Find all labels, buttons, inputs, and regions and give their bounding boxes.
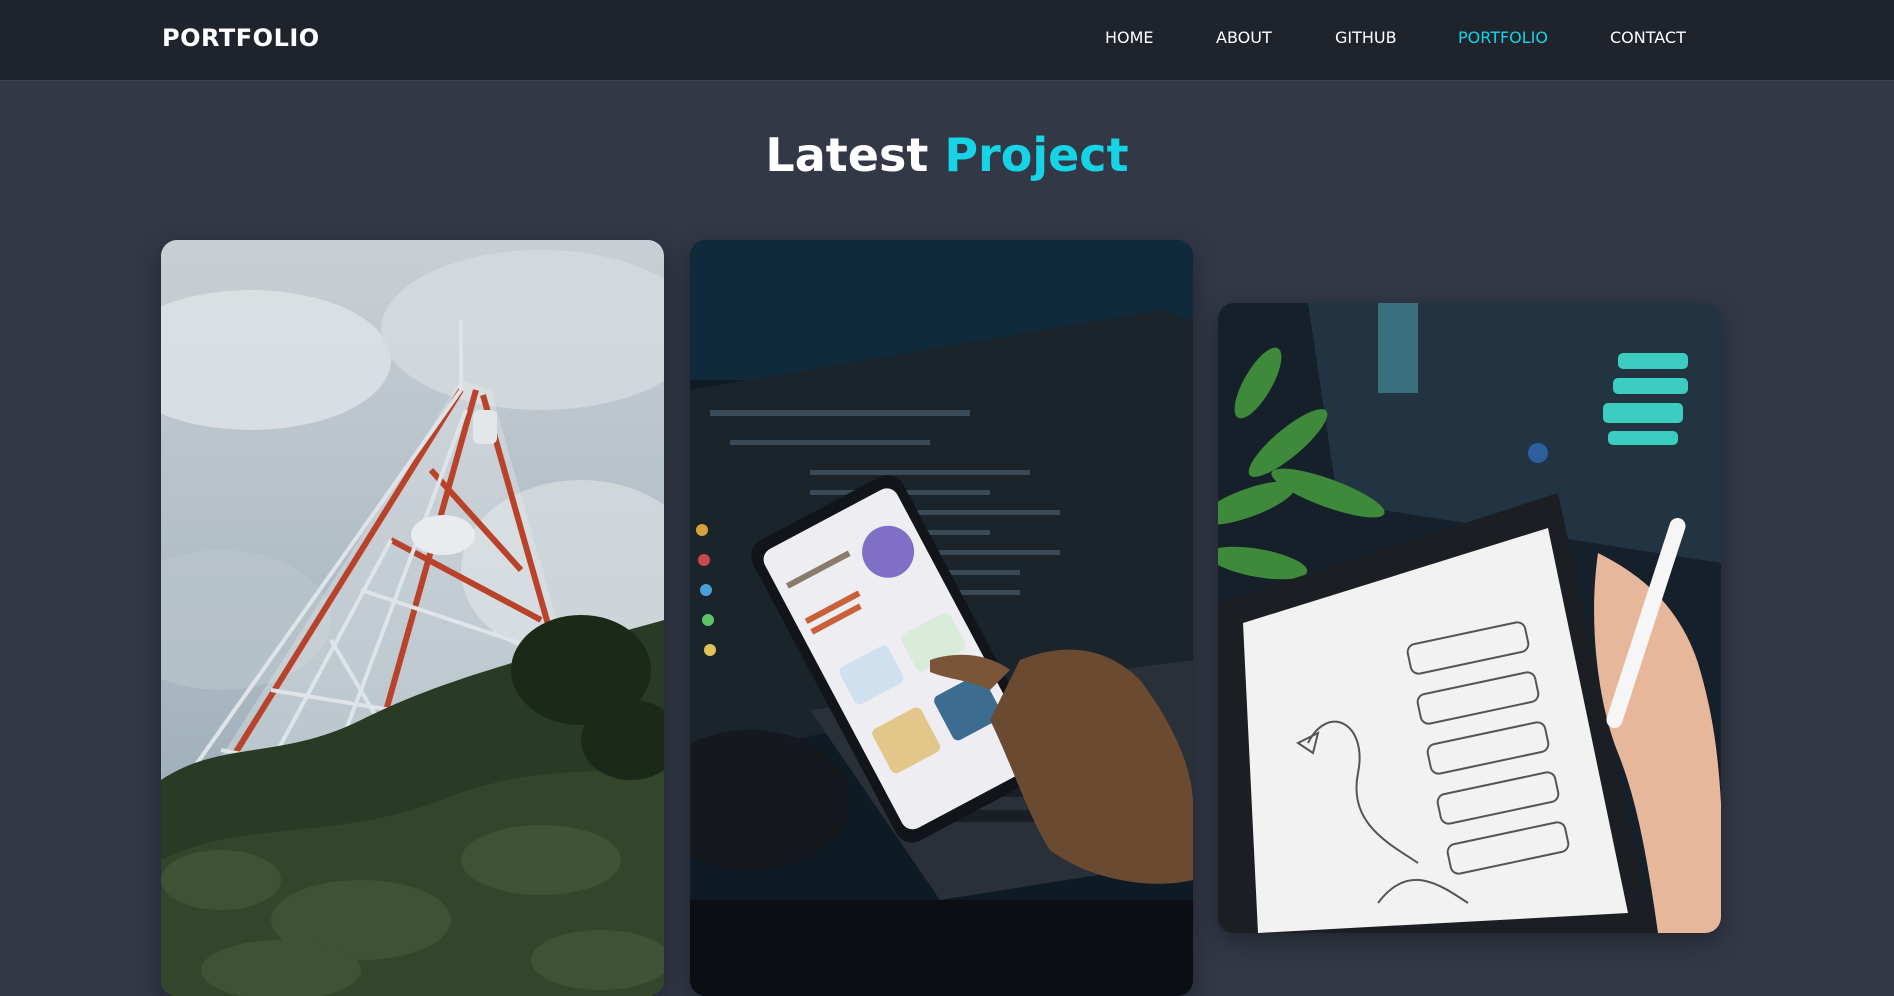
project-card-tower[interactable] bbox=[161, 240, 664, 996]
tower-photo bbox=[161, 240, 664, 996]
project-card-coding[interactable] bbox=[690, 240, 1193, 996]
nav-link-contact[interactable]: CONTACT bbox=[1610, 28, 1686, 47]
project-card-wireframe[interactable] bbox=[1218, 303, 1721, 933]
nav-link-portfolio[interactable]: PORTFOLIO bbox=[1458, 28, 1548, 47]
nav-link-home[interactable]: HOME bbox=[1105, 28, 1154, 47]
wireframe-photo bbox=[1218, 303, 1721, 933]
navbar: PORTFOLIO HOME ABOUT GITHUB PORTFOLIO CO… bbox=[0, 0, 1894, 81]
nav-link-about[interactable]: ABOUT bbox=[1216, 28, 1272, 47]
section-title-accent: Project bbox=[944, 128, 1129, 182]
section-title: Latest Project bbox=[0, 128, 1894, 182]
nav-menu: HOME ABOUT GITHUB PORTFOLIO CONTACT bbox=[0, 28, 1894, 52]
coding-photo bbox=[690, 240, 1193, 996]
nav-link-github[interactable]: GITHUB bbox=[1335, 28, 1397, 47]
section-title-white: Latest bbox=[765, 128, 929, 182]
